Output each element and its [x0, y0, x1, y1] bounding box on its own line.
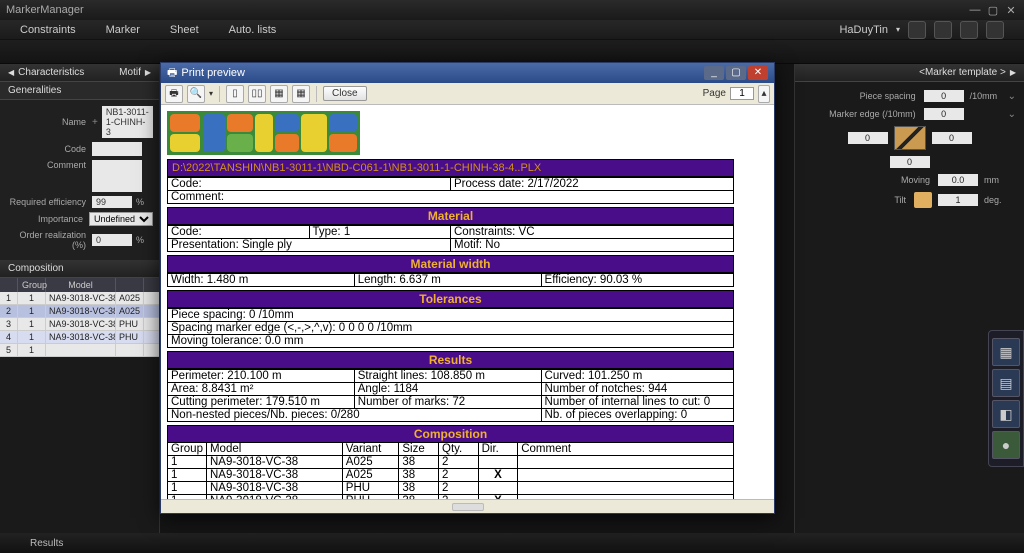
max-icon[interactable]: ▢ — [986, 4, 1000, 17]
comp-row[interactable]: 41NA9-3018-VC-38PHU — [0, 331, 159, 344]
menu-marker[interactable]: Marker — [106, 24, 140, 36]
tool-icon-2[interactable] — [934, 21, 952, 39]
close-button[interactable]: Close — [323, 86, 367, 101]
comment-field[interactable] — [92, 160, 142, 192]
close-icon[interactable]: ✕ — [1004, 4, 1018, 17]
dialog-close-icon[interactable]: ✕ — [748, 66, 768, 80]
marker-edge-field[interactable]: 0 — [924, 108, 964, 120]
tilt-icon — [914, 192, 932, 208]
width-header: Material width — [167, 255, 734, 273]
page-label: Page — [703, 88, 726, 99]
piece-spacing-field[interactable]: 0 — [924, 90, 964, 102]
comp-row[interactable]: 51 — [0, 344, 159, 357]
tool-icon-1[interactable] — [908, 21, 926, 39]
menu-constraints[interactable]: Constraints — [20, 24, 76, 36]
dialog-title-text: Print preview — [181, 67, 245, 79]
comp-row[interactable]: 31NA9-3018-VC-38PHU — [0, 318, 159, 331]
menu-sheet[interactable]: Sheet — [170, 24, 199, 36]
panel-characteristics[interactable]: ◀Characteristics Motif ▶ — [0, 64, 159, 82]
edge-right[interactable]: 0 — [932, 132, 972, 144]
comp-row[interactable]: 21NA9-3018-VC-38A025 — [0, 305, 159, 318]
dock-icon-2[interactable]: ▤ — [992, 369, 1020, 397]
panel-motif[interactable]: Motif — [119, 67, 141, 78]
material-header: Material — [167, 207, 734, 225]
name-header: D:\2022\TANSHIN\NB1-3011-1\NBD-C061-1\NB… — [167, 159, 734, 177]
print-preview-dialog: 🖶 Print preview _ ▢ ✕ 🖶 🔍 ▾ ▯ ▯▯ ▦ ▦ Clo… — [160, 62, 775, 514]
user-name[interactable]: HaDuyTin — [839, 24, 888, 36]
panel-marker-template[interactable]: <Marker template >▶ — [795, 64, 1024, 82]
dock-icon-1[interactable]: ▦ — [992, 338, 1020, 366]
printer-icon: 🖶 — [167, 64, 177, 83]
layout4-icon[interactable]: ▦ — [292, 85, 310, 103]
res-header: Results — [167, 351, 734, 369]
chevron-down-icon[interactable]: ⌄ — [1008, 91, 1016, 102]
edge-bottom[interactable]: 0 — [890, 156, 930, 168]
name-field[interactable]: NB1-3011-1-CHINH-3 — [102, 106, 153, 138]
min-icon[interactable]: — — [968, 4, 982, 17]
dialog-statusbar[interactable] — [161, 499, 774, 513]
edge-left[interactable]: 0 — [848, 132, 888, 144]
footer: Results — [0, 533, 1024, 553]
toolbar-row — [0, 40, 1024, 64]
menubar: Constraints Marker Sheet Auto. lists HaD… — [0, 20, 1024, 40]
tool-icon-3[interactable] — [960, 21, 978, 39]
dialog-titlebar[interactable]: 🖶 Print preview _ ▢ ✕ — [161, 63, 774, 83]
menu-autolists[interactable]: Auto. lists — [229, 24, 277, 36]
dock-icon-3[interactable]: ◧ — [992, 400, 1020, 428]
comp-header: Composition — [167, 425, 734, 443]
chevron-down-icon[interactable]: ⌄ — [1008, 109, 1016, 120]
layout3-icon[interactable]: ▦ — [270, 85, 288, 103]
footer-results[interactable]: Results — [30, 538, 63, 549]
tol-header: Tolerances — [167, 290, 734, 308]
page-input[interactable] — [730, 87, 754, 100]
print-icon[interactable]: 🖶 — [165, 85, 183, 103]
moving-field[interactable]: 0.0 — [938, 174, 978, 186]
comp-row[interactable]: 11NA9-3018-VC-38A025 — [0, 292, 159, 305]
req-eff-field[interactable]: 99 — [92, 196, 132, 208]
order-real-field[interactable]: 0 — [92, 234, 132, 246]
comp-header: GroupModel — [0, 278, 159, 292]
layout1-icon[interactable]: ▯ — [226, 85, 244, 103]
app-titlebar: MarkerManager — ▢ ✕ — [0, 0, 1024, 20]
dock-icon-4[interactable]: ● — [992, 431, 1020, 459]
app-title: MarkerManager — [6, 4, 84, 16]
page-spinner[interactable]: ▴ — [758, 85, 770, 103]
dock-tabs: ▦ ▤ ◧ ● — [988, 330, 1024, 467]
code-field[interactable] — [92, 142, 142, 156]
importance-select[interactable]: Undefined — [89, 212, 153, 226]
dialog-body[interactable]: D:\2022\TANSHIN\NB1-3011-1\NBD-C061-1\NB… — [161, 105, 774, 499]
layout2-icon[interactable]: ▯▯ — [248, 85, 266, 103]
dialog-max-icon[interactable]: ▢ — [726, 66, 746, 80]
panel-composition[interactable]: Composition — [0, 260, 159, 278]
tool-icon-4[interactable] — [986, 21, 1004, 39]
zoom-icon[interactable]: 🔍 — [187, 85, 205, 103]
edge-swatch-icon — [894, 126, 926, 150]
dialog-toolbar: 🖶 🔍 ▾ ▯ ▯▯ ▦ ▦ Close Page ▴ — [161, 83, 774, 105]
dialog-min-icon[interactable]: _ — [704, 66, 724, 80]
marker-thumbnail — [167, 111, 360, 155]
panel-generalities[interactable]: Generalities — [0, 82, 159, 100]
tilt-field[interactable]: 1 — [938, 194, 978, 206]
